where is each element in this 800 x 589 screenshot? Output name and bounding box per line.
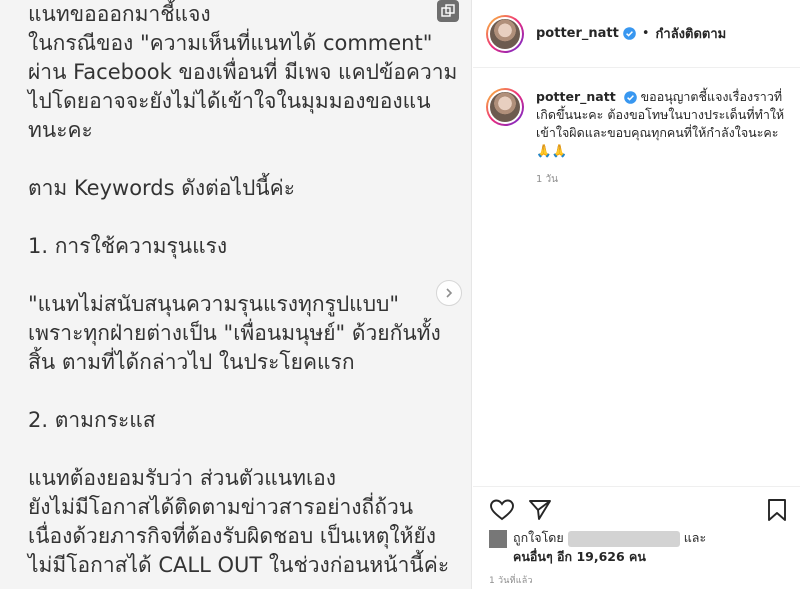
post-text-line: ทนะคะ <box>28 118 93 142</box>
following-button[interactable]: กำลังติดตาม <box>656 23 727 44</box>
likes-summary: ถูกใจโดย และ คนอื่นๆ อีก 19,626 คน <box>489 529 789 566</box>
share-icon[interactable] <box>527 497 553 523</box>
likes-prefix: ถูกใจโดย <box>513 530 564 545</box>
post-text-line: 2. ตามกระแส <box>28 408 156 432</box>
caption-time: 1 วัน <box>536 174 558 185</box>
post-text-gap <box>28 145 468 174</box>
verified-icon <box>623 27 636 40</box>
post-text-line: ไปโดยอาจจะยังไม่ได้เข้าใจในมุมมองของแน <box>28 89 431 113</box>
post-text-line: ตาม Keywords ดังต่อไปนี้ค่ะ <box>28 176 295 200</box>
post-text-line: เนื่องด้วยภารกิจที่ต้องรับผิดชอบ เป็นเหต… <box>28 524 437 548</box>
post-text-gap <box>28 203 468 232</box>
post-text-line: แนทต้องยอมรับว่า ส่วนตัวแนทเอง <box>28 466 337 490</box>
post-age: 1 วันที่แล้ว <box>489 576 533 586</box>
likes-suffix: และ <box>683 530 707 545</box>
post-text: แนทขอออกมาชี้แจงในกรณีของ "ความเห็นที่แน… <box>28 0 468 580</box>
liker-avatar[interactable] <box>489 529 507 548</box>
likes-count[interactable]: คนอื่นๆ อีก 19,626 คน <box>513 549 646 564</box>
header-username[interactable]: potter_natt <box>536 26 619 41</box>
post-text-line: "แนทไม่สนับสนุนความรุนแรงทุกรูปแบบ" <box>28 292 400 316</box>
post-side-panel: potter_natt • กำลังติดตาม potter_natt ขอ… <box>473 0 800 589</box>
post-text-line: เพราะทุกฝ่ายต่างเป็น "เพื่อนมนุษย์" ด้วย… <box>28 321 441 345</box>
post-text-gap <box>28 435 468 464</box>
post-text-line: 1. การใช้ความรุนแรง <box>28 234 228 258</box>
post-text-line: ผ่าน Facebook ของเพื่อนที่ มีเพจ แคปข้อค… <box>28 60 458 84</box>
post-image: แนทขอออกมาชี้แจงในกรณีของ "ความเห็นที่แน… <box>0 0 472 589</box>
post-text-line: แนทขอออกมาชี้แจง <box>28 2 211 26</box>
post-text-gap <box>28 261 468 290</box>
multi-image-icon <box>437 0 459 22</box>
header-separator: • <box>641 26 650 41</box>
caption: potter_natt ขออนุญาตชี้แจงเรื่องราวที่เก… <box>486 88 796 187</box>
liker-name-redacted <box>567 530 680 547</box>
avatar[interactable] <box>486 14 524 53</box>
bookmark-icon[interactable] <box>764 497 790 523</box>
post-text-line: ในกรณีของ "ความเห็นที่แนทได้ comment" <box>28 31 433 55</box>
caption-username[interactable]: potter_natt <box>536 89 616 104</box>
post-text-line: ไม่มีโอกาสได้ CALL OUT ในช่วงก่อนหน้านี้… <box>28 553 450 577</box>
post-actions: ถูกใจโดย และ คนอื่นๆ อีก 19,626 คน 1 วันท… <box>473 486 800 589</box>
post-text-line: ยังไม่มีโอกาสได้ติดตามข่าวสารอย่างถี่ถ้ว… <box>28 495 414 519</box>
chevron-right-icon[interactable] <box>436 280 462 306</box>
post-text-gap <box>28 377 468 406</box>
verified-icon <box>623 91 637 104</box>
post-header: potter_natt • กำลังติดตาม <box>473 0 800 68</box>
caption-avatar[interactable] <box>486 88 524 126</box>
heart-icon[interactable] <box>489 497 515 523</box>
post-text-line: สิ้น ตามที่ได้กล่าวไป ในประโยคแรก <box>28 350 355 374</box>
